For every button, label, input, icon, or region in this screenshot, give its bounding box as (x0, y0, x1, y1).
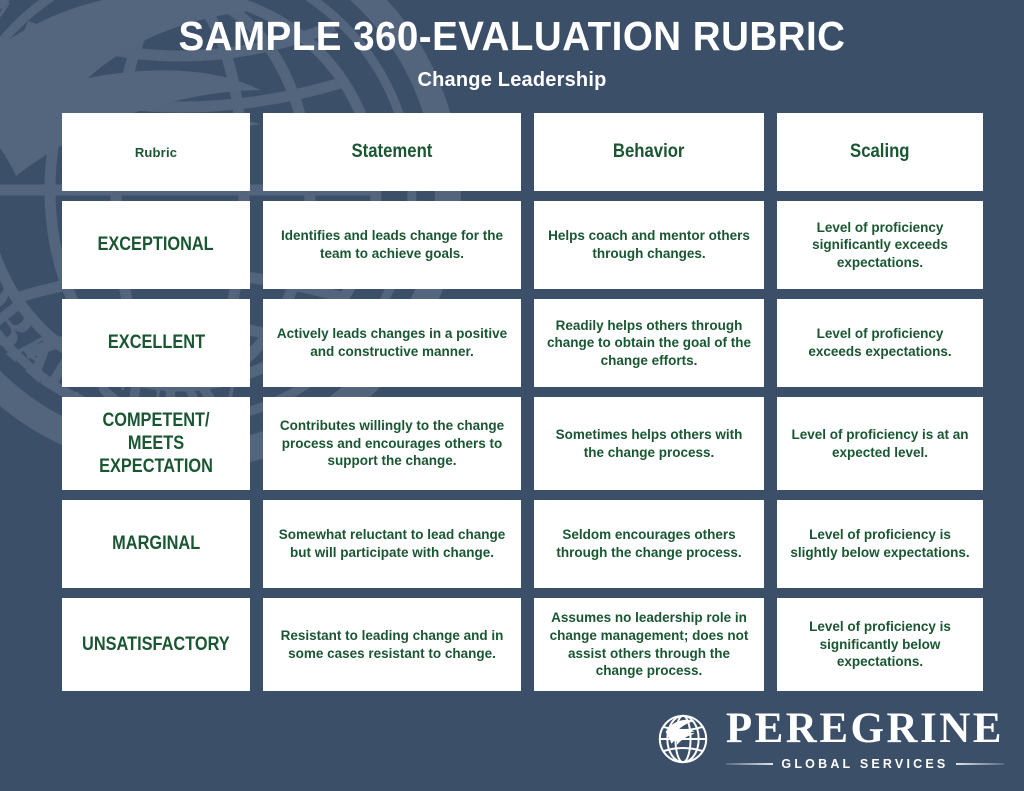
logo-tagline: GLOBAL SERVICES (781, 757, 949, 771)
statement-text: Actively leads changes in a positive and… (276, 326, 508, 359)
behavior-text: Sometimes helps others with the change p… (555, 426, 743, 460)
table-row: MARGINAL Somewhat reluctant to lead chan… (62, 500, 983, 588)
page-title: SAMPLE 360-EVALUATION RUBRIC (178, 13, 846, 59)
scaling-text: Level of proficiency is significantly be… (809, 619, 951, 670)
scaling-cell: Level of proficiency is at an expected l… (777, 397, 983, 490)
column-header-scaling-label: Scaling (850, 141, 910, 162)
table-row: EXCELLENT Actively leads changes in a po… (62, 299, 983, 387)
scaling-text: Level of proficiency significantly excee… (812, 219, 948, 270)
column-header-statement-label: Statement (351, 141, 433, 162)
scaling-text: Level of proficiency is slightly below e… (790, 527, 970, 560)
rubric-level-cell: COMPETENT/ MEETS EXPECTATION (62, 397, 250, 490)
table-header-row: Rubric Statement Behavior Scaling (62, 113, 983, 191)
page-subtitle: Change Leadership (417, 69, 607, 92)
column-header-behavior: Behavior (534, 113, 764, 191)
statement-cell: Somewhat reluctant to lead change but wi… (263, 500, 521, 588)
statement-cell: Resistant to leading change and in some … (263, 598, 521, 691)
behavior-text: Seldom encourages others through the cha… (556, 527, 742, 560)
column-header-rubric: Rubric (62, 113, 250, 191)
statement-text: Resistant to leading change and in some … (280, 627, 504, 661)
behavior-cell: Seldom encourages others through the cha… (534, 500, 764, 588)
scaling-text: Level of proficiency is at an expected l… (791, 426, 969, 460)
rubric-level-label: EXCEPTIONAL (97, 234, 215, 256)
logo-name: PEREGRINE (725, 705, 1004, 752)
column-header-behavior-label: Behavior (613, 141, 685, 162)
scaling-cell: Level of proficiency exceeds expectation… (777, 299, 983, 387)
rubric-level-cell: EXCELLENT (62, 299, 250, 387)
behavior-text: Helps coach and mentor others through ch… (548, 228, 750, 261)
rubric-level-cell: UNSATISFACTORY (62, 598, 250, 691)
behavior-cell: Assumes no leadership role in change man… (534, 598, 764, 691)
scaling-cell: Level of proficiency is significantly be… (777, 598, 983, 691)
rubric-level-cell: EXCEPTIONAL (62, 201, 250, 289)
behavior-text: Assumes no leadership role in change man… (549, 610, 749, 679)
statement-cell: Identifies and leads change for the team… (263, 201, 521, 289)
rubric-level-label: UNSATISFACTORY (82, 633, 230, 655)
behavior-cell: Readily helps others through change to o… (534, 299, 764, 387)
table-row: UNSATISFACTORY Resistant to leading chan… (62, 598, 983, 691)
behavior-cell: Helps coach and mentor others through ch… (534, 201, 764, 289)
statement-text: Somewhat reluctant to lead change but wi… (278, 527, 506, 560)
column-header-statement: Statement (263, 113, 521, 191)
table-row: EXCEPTIONAL Identifies and leads change … (62, 201, 983, 289)
rubric-level-label: MARGINAL (111, 533, 201, 555)
rubric-table: Rubric Statement Behavior Scaling EXCEPT… (62, 113, 983, 691)
logo-tagline-row: GLOBAL SERVICES (725, 757, 1005, 771)
statement-text: Contributes willingly to the change proc… (279, 418, 505, 469)
rubric-level-cell: MARGINAL (62, 500, 250, 588)
globe-bird-icon (658, 714, 708, 764)
statement-text: Identifies and leads change for the team… (280, 228, 504, 261)
table-row: COMPETENT/ MEETS EXPECTATION Contributes… (62, 397, 983, 490)
statement-cell: Contributes willingly to the change proc… (263, 397, 521, 490)
rubric-level-label: COMPETENT/ MEETS EXPECTATION (99, 409, 213, 478)
column-header-scaling: Scaling (777, 113, 983, 191)
logo-wordmark: PEREGRINE GLOBAL SERVICES (725, 705, 1005, 771)
column-header-rubric-label: Rubric (134, 144, 178, 160)
tagline-rule-left (725, 763, 774, 765)
statement-cell: Actively leads changes in a positive and… (263, 299, 521, 387)
behavior-text: Readily helps others through change to o… (547, 317, 751, 368)
scaling-text: Level of proficiency exceeds expectation… (808, 326, 952, 359)
page-header: SAMPLE 360-EVALUATION RUBRIC Change Lead… (0, 0, 1024, 92)
scaling-cell: Level of proficiency is slightly below e… (777, 500, 983, 588)
tagline-rule-right (956, 763, 1005, 765)
peregrine-logo: PEREGRINE GLOBAL SERVICES (654, 705, 1005, 771)
rubric-level-label: EXCELLENT (107, 332, 205, 354)
behavior-cell: Sometimes helps others with the change p… (534, 397, 764, 490)
scaling-cell: Level of proficiency significantly excee… (777, 201, 983, 289)
